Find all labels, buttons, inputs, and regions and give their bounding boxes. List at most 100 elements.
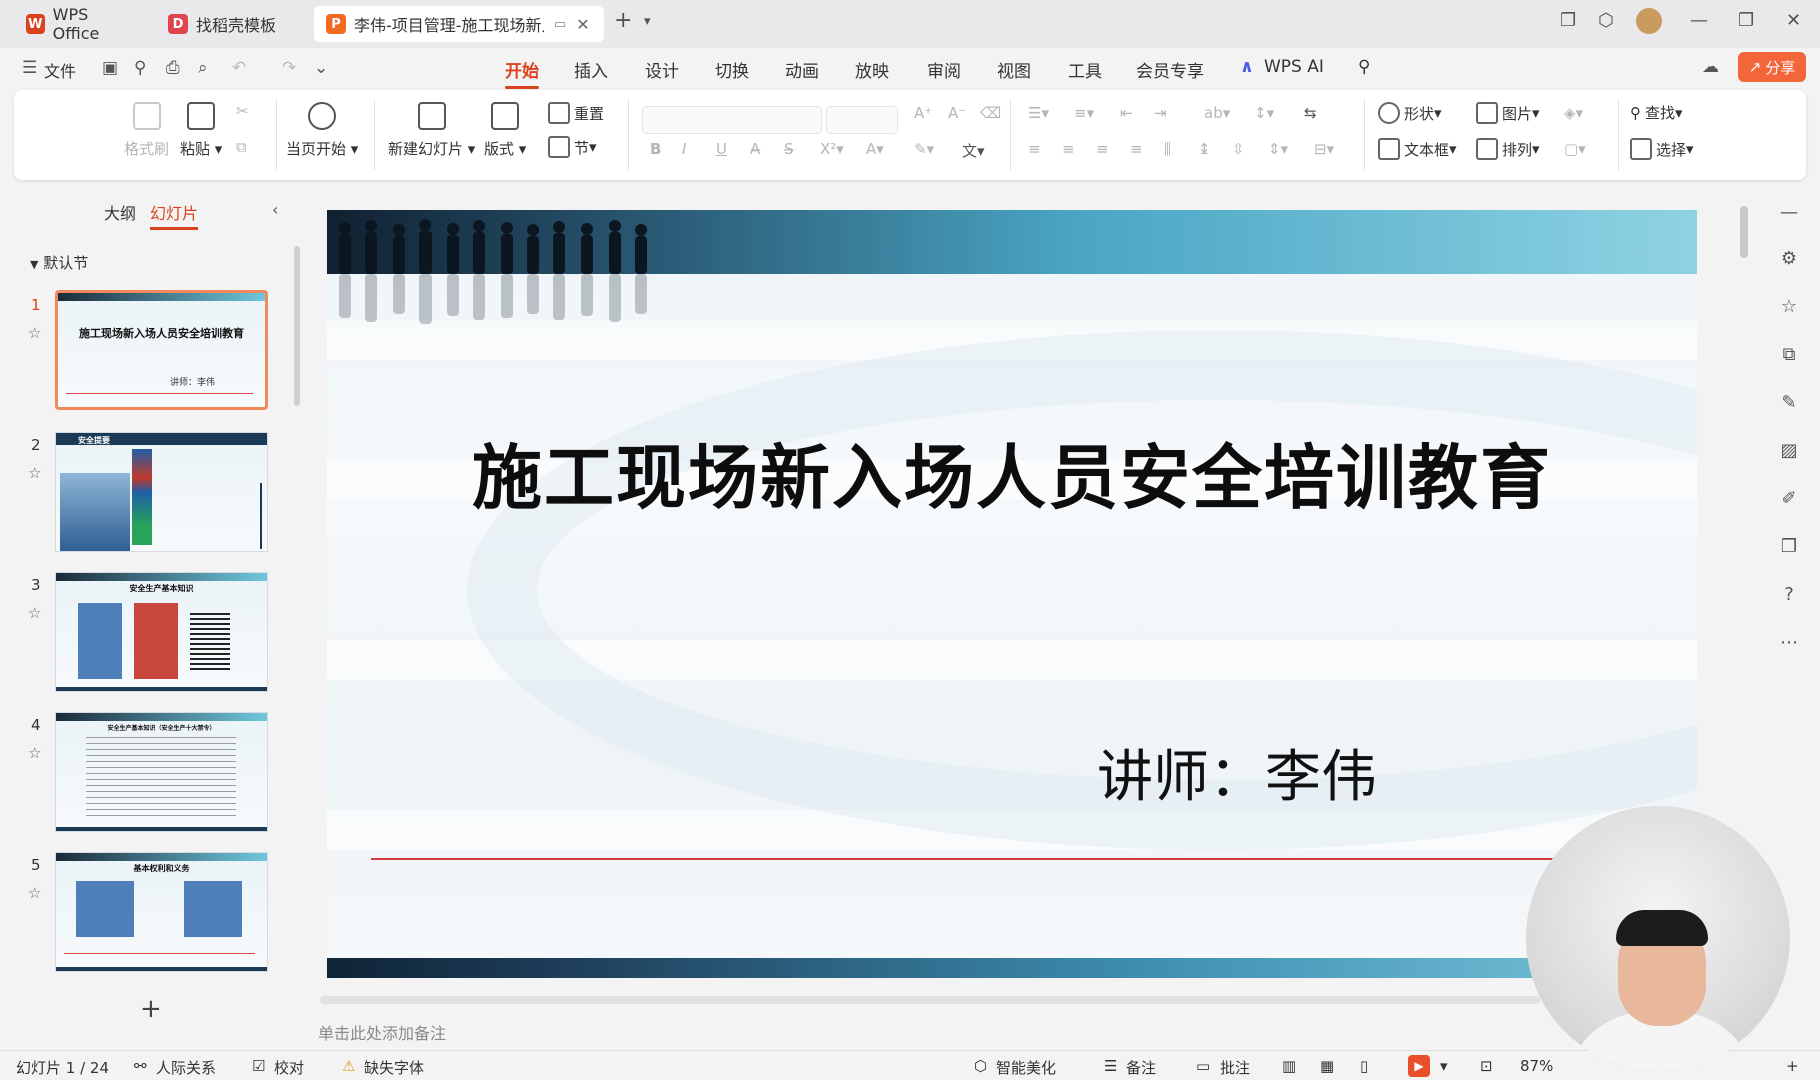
textbox-button[interactable]: 文本框 ▾ [1378, 138, 1457, 160]
hamburger-icon[interactable]: ☰ [22, 58, 37, 78]
undo-icon[interactable]: ↶ [232, 58, 246, 78]
search-icon[interactable]: ⚲ [1358, 57, 1370, 77]
properties-icon[interactable]: ⚙ [1778, 248, 1800, 270]
beautify-button[interactable]: 智能美化 [996, 1057, 1056, 1078]
phonetic-icon[interactable]: 文▾ [962, 140, 985, 161]
distribute-icon[interactable]: ⫼ [1164, 140, 1171, 158]
more-quick-access-icon[interactable]: ⌄ [314, 58, 328, 78]
new-tab-button[interactable]: + [614, 8, 632, 33]
slide-thumbnail-1[interactable]: 施工现场新入场人员安全培训教育 讲师：李伟 [55, 290, 268, 410]
close-window-icon[interactable]: ✕ [1786, 10, 1801, 31]
horizontal-scrollbar[interactable] [320, 996, 1540, 1004]
image-edit-icon[interactable]: ▨ [1778, 440, 1800, 462]
section-header[interactable]: ▼ 默认节 [30, 252, 88, 273]
star-icon[interactable]: ☆ [28, 884, 41, 902]
para-spacing-icon[interactable]: ⇳ [1232, 140, 1245, 158]
paste-button[interactable]: 粘贴 ▾ [180, 102, 222, 159]
copy-icon[interactable]: ⧉ [236, 138, 247, 156]
zoom-level[interactable]: 87% [1520, 1057, 1553, 1075]
window-tile-icon[interactable]: ❐ [1560, 10, 1576, 31]
bullet-list-icon[interactable]: ☰▾ [1028, 104, 1049, 122]
chevron-down-icon[interactable]: ▾ [1440, 1057, 1448, 1075]
add-slide-button[interactable]: + [140, 994, 162, 1024]
tab-presentation[interactable]: P 李伟-项目管理-施工现场新入 ▭ ✕ [314, 6, 604, 42]
normal-view-icon[interactable]: ▥ [1282, 1057, 1296, 1075]
new-slide-button[interactable]: 新建幻灯片 ▾ [388, 102, 475, 159]
menu-view[interactable]: 视图 [997, 57, 1031, 82]
select-button[interactable]: 选择 ▾ [1630, 138, 1694, 160]
outdent-icon[interactable]: ⇤ [1120, 104, 1133, 122]
help-icon[interactable]: ? [1778, 584, 1800, 606]
underline-icon[interactable]: U [716, 140, 727, 158]
strikethrough-icon[interactable]: A̶ [750, 140, 760, 158]
slide-thumbnail-5[interactable]: 基本权利和义务 [55, 852, 268, 972]
minimize-panel-icon[interactable]: — [1778, 202, 1800, 224]
decrease-font-icon[interactable]: A⁻ [948, 104, 966, 122]
font-family-select[interactable] [642, 106, 822, 134]
menu-slideshow[interactable]: 放映 [855, 57, 889, 82]
menu-tools[interactable]: 工具 [1068, 57, 1102, 82]
fit-window-icon[interactable]: ⊡ [1480, 1057, 1493, 1075]
align-right-icon[interactable]: ≡ [1096, 140, 1109, 158]
menu-home[interactable]: 开始 [505, 57, 539, 89]
superscript-icon[interactable]: X²▾ [820, 140, 844, 158]
menu-animation[interactable]: 动画 [785, 57, 819, 82]
section-button[interactable]: 节 ▾ [548, 136, 597, 158]
arrange-button[interactable]: 排列 ▾ [1476, 138, 1540, 160]
star-icon[interactable]: ☆ [28, 464, 41, 482]
lecturer-name[interactable]: 讲师：李伟 [1097, 732, 1377, 813]
justify-icon[interactable]: ≡ [1130, 140, 1143, 158]
relations-button[interactable]: 人际关系 [156, 1057, 216, 1078]
line-spacing-icon[interactable]: ↨ [1198, 140, 1211, 158]
cloud-upload-icon[interactable]: ☁ [1702, 57, 1719, 77]
font-color-icon[interactable]: A▾ [866, 140, 884, 158]
save-icon[interactable]: ▣ [102, 58, 118, 78]
column-icon[interactable]: ⇕▾ [1268, 140, 1288, 158]
proof-button[interactable]: 校对 [274, 1057, 304, 1078]
menu-member[interactable]: 会员专享 [1136, 57, 1204, 82]
italic-icon[interactable]: I [682, 140, 686, 158]
search-doc-icon[interactable]: ⚲ [134, 58, 146, 78]
notes-pane[interactable]: 单击此处添加备注 [302, 1012, 1738, 1048]
reading-view-icon[interactable]: ▯ [1360, 1057, 1368, 1075]
star-icon[interactable]: ☆ [1778, 296, 1800, 318]
increase-font-icon[interactable]: A⁺ [914, 104, 932, 122]
close-tab-icon[interactable]: ✕ [576, 15, 589, 34]
slide-thumbnail-2[interactable]: 安全提要 [55, 432, 268, 552]
file-menu[interactable]: 文件 [44, 58, 76, 82]
minimize-icon[interactable]: — [1690, 10, 1708, 31]
print-preview-icon[interactable]: ⌕ [198, 58, 208, 78]
slide-thumbnail-3[interactable]: 安全生产基本知识 [55, 572, 268, 692]
menu-insert[interactable]: 插入 [574, 57, 608, 82]
picture-button[interactable]: 图片 ▾ [1476, 102, 1540, 124]
tab-wps-office[interactable]: W WPS Office [14, 5, 146, 43]
avatar[interactable] [1636, 8, 1662, 34]
shadow-icon[interactable]: S̶ [784, 140, 794, 158]
star-icon[interactable]: ☆ [28, 604, 41, 622]
chevron-down-icon[interactable]: ▾ [644, 14, 651, 29]
text-box-align-icon[interactable]: ⊟▾ [1314, 140, 1334, 158]
cut-icon[interactable]: ✂ [236, 102, 249, 120]
align-center-icon[interactable]: ≡ [1062, 140, 1075, 158]
play-slideshow-icon[interactable]: ▶ [1408, 1055, 1430, 1077]
find-button[interactable]: ⚲ 查找 ▾ [1630, 102, 1683, 123]
cube-icon[interactable]: ⬡ [1598, 10, 1614, 31]
missing-font-button[interactable]: 缺失字体 [364, 1057, 424, 1078]
redo-icon[interactable]: ↷ [282, 58, 296, 78]
menu-design[interactable]: 设计 [645, 57, 679, 82]
tab-outline[interactable]: 大纲 [104, 200, 136, 224]
convert-icon[interactable]: ⇆ [1304, 104, 1317, 122]
slide-thumbnail-4[interactable]: 安全生产基本知识（安全生产十大禁令） [55, 712, 268, 832]
from-current-slide-button[interactable]: 当页开始 ▾ [286, 102, 358, 159]
copy-slides-icon[interactable]: ⧉ [1778, 344, 1800, 366]
collapse-panel-icon[interactable]: ‹ [272, 200, 278, 219]
share-button[interactable]: ↗ 分享 [1738, 52, 1806, 82]
menu-review[interactable]: 审阅 [927, 57, 961, 82]
brush-icon[interactable]: ✐ [1778, 488, 1800, 510]
maximize-icon[interactable]: ❐ [1738, 10, 1754, 31]
print-icon[interactable]: ⎙ [166, 58, 180, 78]
sort-icon[interactable]: ↕▾ [1254, 104, 1274, 122]
slide-title[interactable]: 施工现场新入场人员安全培训教育 [327, 422, 1697, 523]
menu-transition[interactable]: 切换 [715, 57, 749, 82]
indent-icon[interactable]: ⇥ [1154, 104, 1167, 122]
